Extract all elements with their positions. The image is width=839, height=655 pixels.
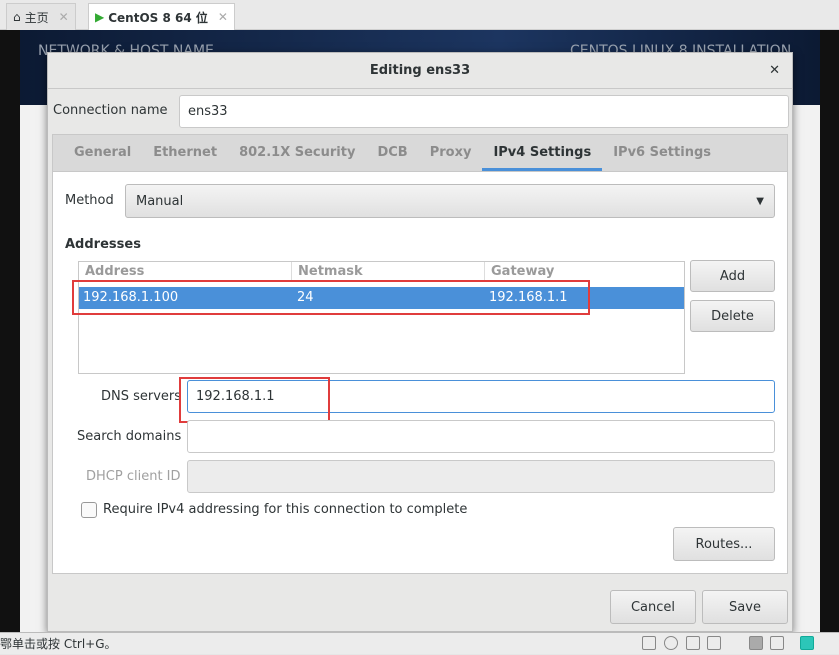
addresses-label: Addresses [65,237,141,252]
column-address[interactable]: Address [79,262,292,282]
home-icon: ⌂ [13,10,21,24]
highlight-box [179,377,330,423]
highlight-box [72,280,590,315]
method-dropdown[interactable]: Manual ▼ [125,184,775,218]
tab-centos-vm[interactable]: ▶ CentOS 8 64 位 ✕ [88,3,235,30]
tab-dcb[interactable]: DCB [366,135,418,171]
search-domains-label: Search domains [77,429,182,444]
close-icon[interactable]: ✕ [769,53,780,89]
search-domains-input[interactable] [187,420,775,453]
tab-home[interactable]: ⌂ 主页 ✕ [6,3,76,30]
dhcp-client-id-input [187,460,775,493]
tab-ipv6-settings[interactable]: IPv6 Settings [602,135,722,171]
sound-icon[interactable] [728,636,742,650]
dropdown-arrow-icon: ▼ [756,195,764,207]
require-ipv4-checkbox[interactable] [81,502,97,518]
tab-ipv4-settings[interactable]: IPv4 Settings [482,135,603,171]
message-icon[interactable] [800,636,814,650]
tab-general[interactable]: General [63,135,142,171]
close-icon[interactable]: ✕ [59,10,69,24]
display-icon[interactable] [770,636,784,650]
column-gateway[interactable]: Gateway [485,262,684,282]
tab-ethernet[interactable]: Ethernet [142,135,228,171]
status-text: 鄂单击或按 Ctrl+G。 [0,637,117,651]
tab-proxy[interactable]: Proxy [419,135,483,171]
routes-button[interactable]: Routes... [673,527,775,561]
printer-icon[interactable] [707,636,721,650]
tab-8021x-security[interactable]: 802.1X Security [228,135,366,171]
dns-servers-label: DNS servers [101,389,182,404]
dialog-title: Editing ens33 [48,53,792,89]
method-label: Method [65,193,114,208]
network-adapter-icon[interactable] [686,636,700,650]
addresses-table: Address Netmask Gateway 192.168.1.100 24… [78,261,685,374]
connection-name-input[interactable]: ens33 [179,95,789,128]
dhcp-client-id-label: DHCP client ID [86,469,181,484]
cancel-button[interactable]: Cancel [610,590,696,624]
settings-notebook: General Ethernet 802.1X Security DCB Pro… [52,134,788,574]
add-button[interactable]: Add [690,260,775,292]
close-icon[interactable]: ✕ [218,10,228,24]
save-button[interactable]: Save [702,590,788,624]
edit-connection-dialog: Editing ens33 ✕ Connection name ens33 Ge… [47,52,793,632]
vm-icon: ▶ [95,10,105,24]
connection-name-label: Connection name [53,103,168,118]
delete-button[interactable]: Delete [690,300,775,332]
require-ipv4-label[interactable]: Require IPv4 addressing for this connect… [103,502,467,517]
tab-strip: General Ethernet 802.1X Security DCB Pro… [53,135,787,172]
cd-rom-icon[interactable] [664,636,678,650]
hard-disk-icon[interactable] [642,636,656,650]
host-tab-bar: ⌂ 主页 ✕ ▶ CentOS 8 64 位 ✕ [0,0,839,30]
usb-icon[interactable] [749,636,763,650]
column-netmask[interactable]: Netmask [292,262,485,282]
